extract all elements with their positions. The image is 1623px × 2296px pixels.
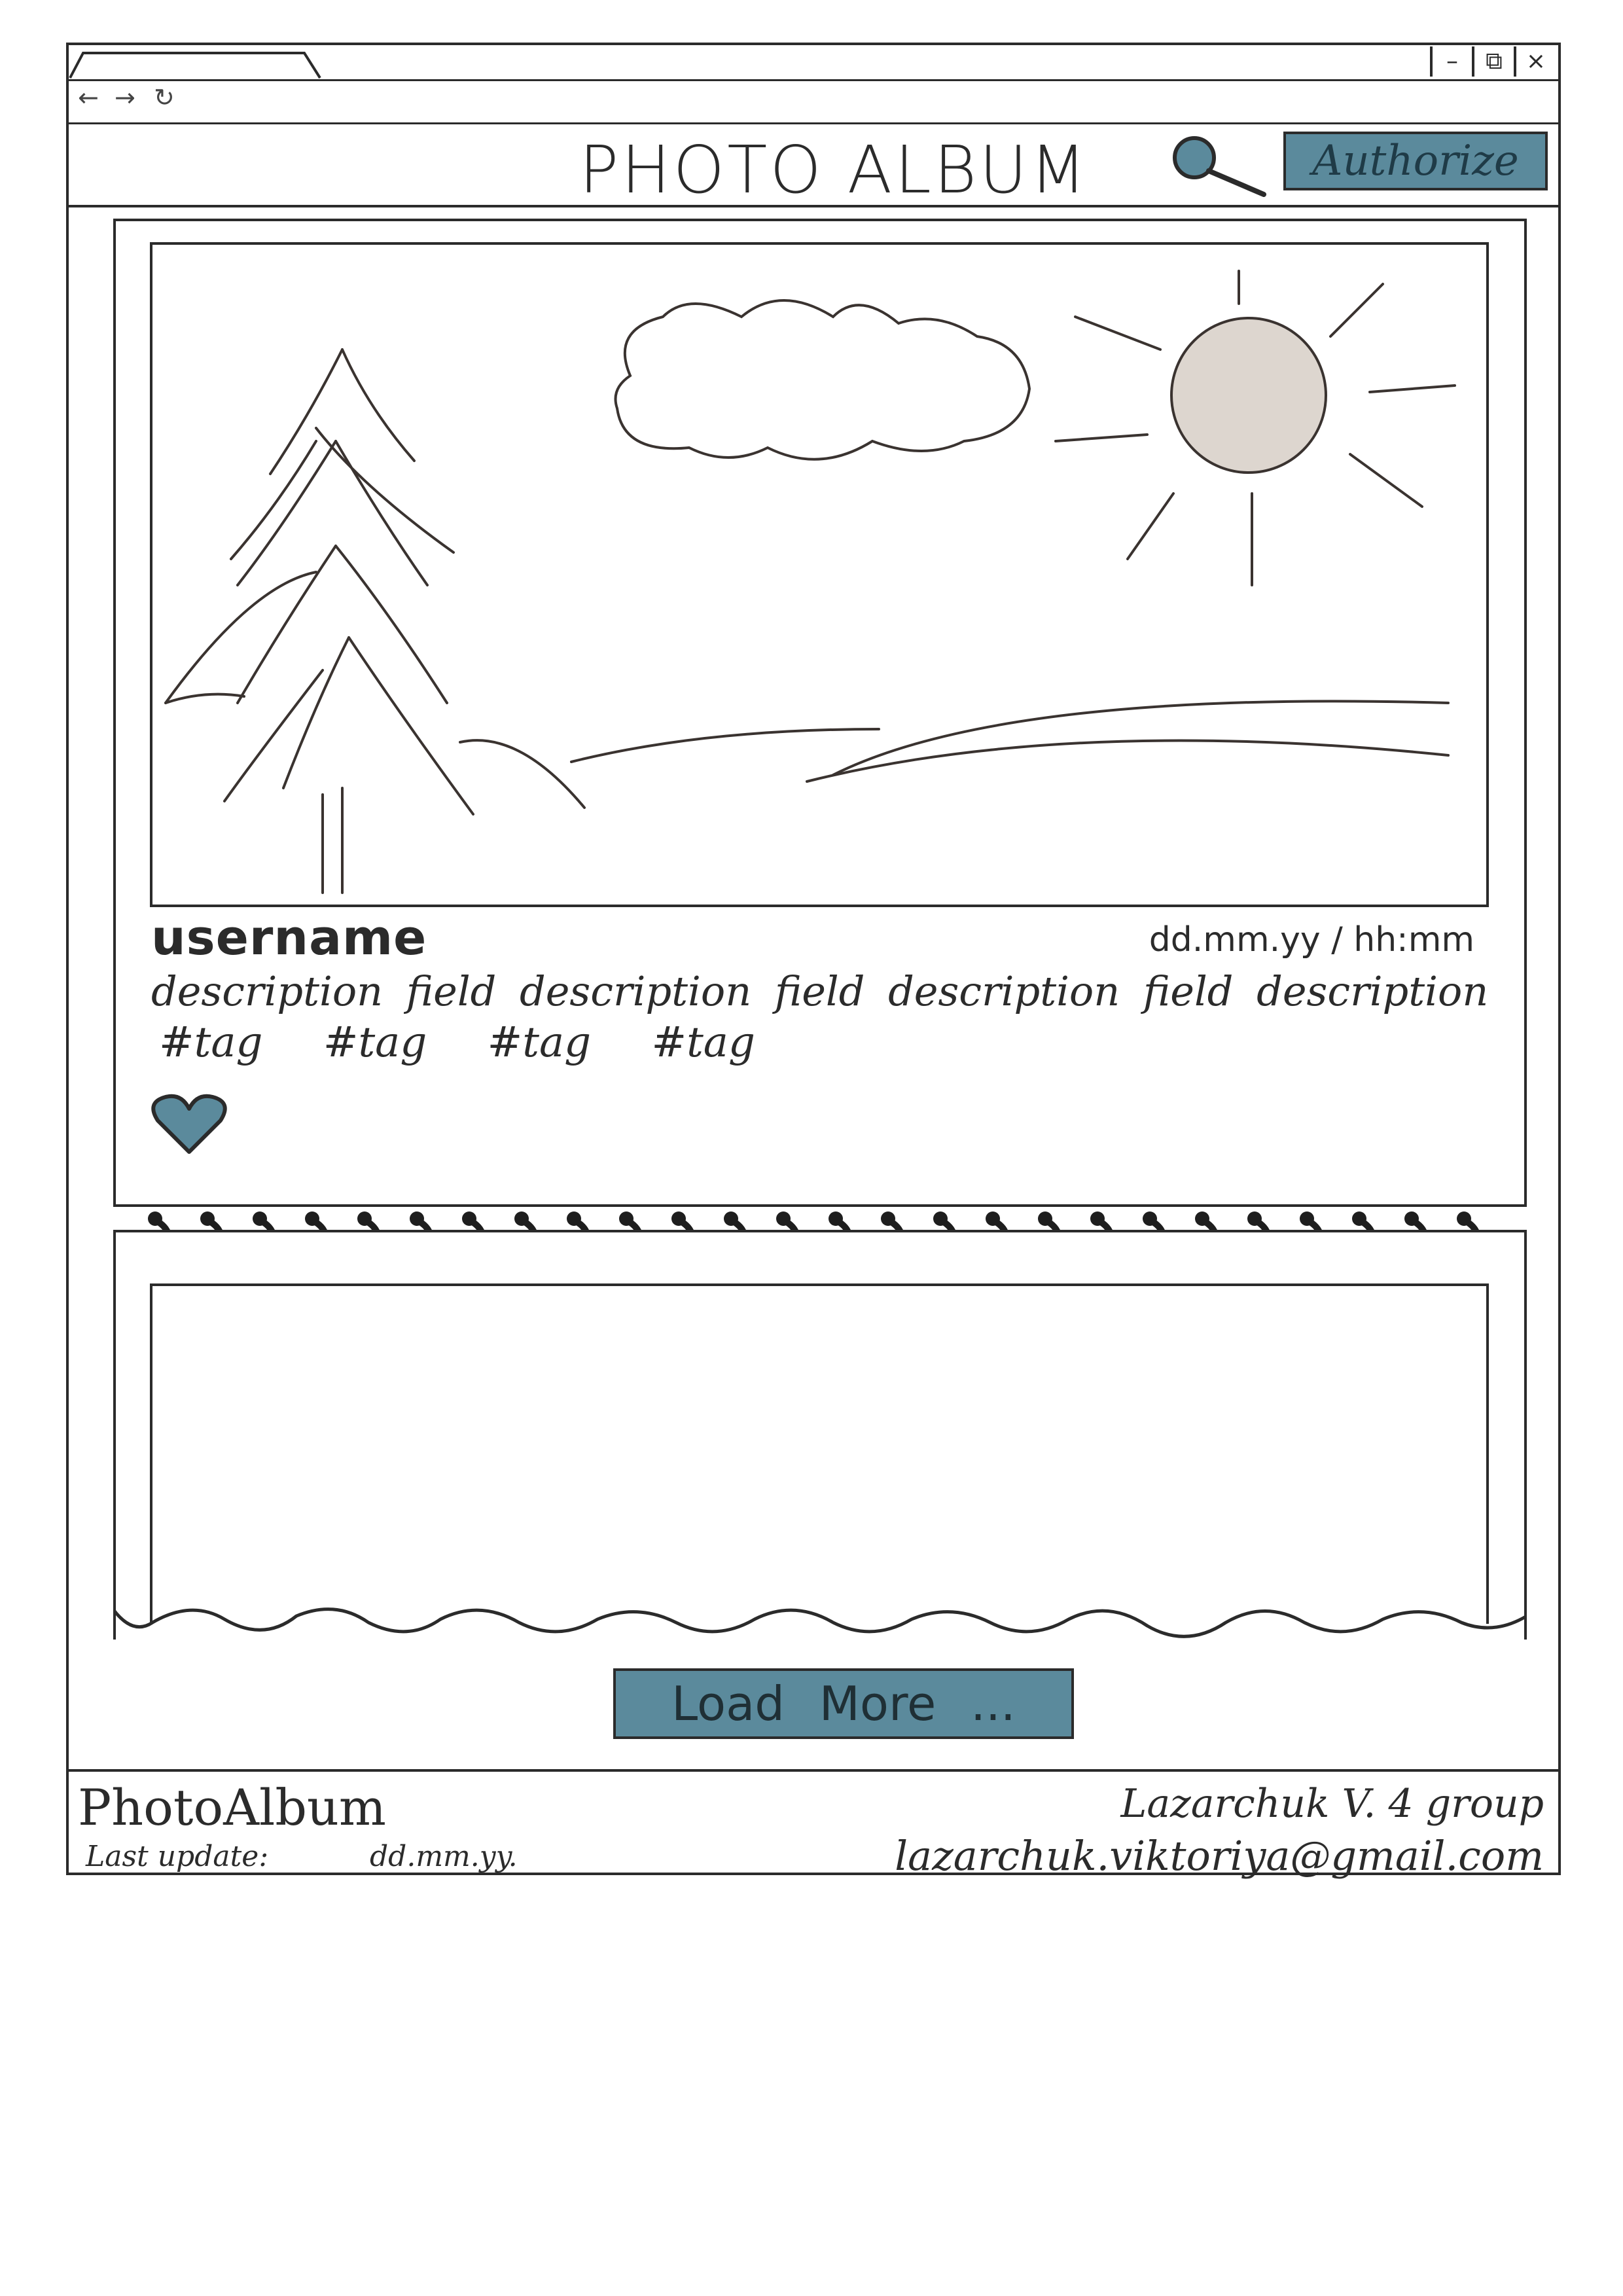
spiral-hole: [462, 1211, 476, 1226]
tab-strip: – ⧉ ×: [69, 45, 1558, 81]
page-title: PHOTO ALBUM: [579, 132, 1089, 208]
tag-link[interactable]: #tag: [159, 1018, 262, 1067]
spiral-hole: [1143, 1211, 1157, 1226]
footer-author: Lazarchuk V. 4 group: [1120, 1781, 1544, 1827]
spiral-hole: [881, 1211, 895, 1226]
close-icon: ×: [1525, 48, 1546, 75]
spiral-hole: [200, 1211, 215, 1226]
spiral-hole: [986, 1211, 1000, 1226]
spiral-hole: [1090, 1211, 1105, 1226]
spiral-hole: [1352, 1211, 1366, 1226]
heart-icon[interactable]: [150, 1092, 228, 1157]
spiral-hole: [1404, 1211, 1419, 1226]
search-icon[interactable]: [1166, 132, 1270, 197]
post-photo[interactable]: [150, 242, 1489, 907]
spiral-hole: [514, 1211, 529, 1226]
navigation-bar: ← → ↻: [69, 79, 1558, 124]
minimize-icon: –: [1446, 48, 1458, 75]
spiral-hole: [357, 1211, 372, 1226]
spiral-hole: [567, 1211, 581, 1226]
tag-link[interactable]: #tag: [323, 1018, 427, 1067]
site-header: PHOTO ALBUM Authorize: [69, 122, 1558, 208]
load-more-button[interactable]: Load More ...: [613, 1668, 1074, 1739]
spiral-hole: [619, 1211, 633, 1226]
spiral-hole: [1038, 1211, 1052, 1226]
reload-icon[interactable]: ↻: [154, 83, 175, 112]
browser-window: – ⧉ × ← → ↻ PHOTO ALBUM Authorize userna…: [66, 43, 1561, 1880]
footer-last-update-date: dd.mm.yy.: [370, 1840, 518, 1873]
close-button[interactable]: ×: [1514, 46, 1556, 77]
restore-icon: ⧉: [1486, 48, 1503, 75]
spiral-hole: [1300, 1211, 1314, 1226]
tag-link[interactable]: #tag: [488, 1018, 591, 1067]
spiral-hole: [305, 1211, 319, 1226]
torn-edge: [113, 1607, 1527, 1638]
browser-tab[interactable]: [69, 45, 396, 79]
spiral-hole: [933, 1211, 948, 1226]
spiral-hole: [1195, 1211, 1209, 1226]
spiral-hole: [410, 1211, 424, 1226]
spiral-hole: [1457, 1211, 1471, 1226]
post-description: description field description field desc…: [151, 967, 1489, 1015]
post-tags: #tag #tag #tag #tag: [159, 1018, 802, 1067]
spiral-hole: [1247, 1211, 1262, 1226]
footer-email-link[interactable]: lazarchuk.viktoriya@gmail.com: [895, 1832, 1544, 1880]
spiral-hole: [776, 1211, 791, 1226]
footer-last-update-label: Last update:: [86, 1840, 269, 1873]
spiral-hole: [148, 1211, 162, 1226]
post-username[interactable]: username: [151, 910, 427, 966]
restore-button[interactable]: ⧉: [1472, 46, 1514, 77]
next-post-photo[interactable]: [150, 1283, 1489, 1624]
minimize-button[interactable]: –: [1430, 46, 1472, 77]
back-icon[interactable]: ←: [78, 83, 99, 112]
spiral-hole: [253, 1211, 267, 1226]
spiral-hole: [724, 1211, 738, 1226]
forward-icon[interactable]: →: [115, 83, 135, 112]
footer-brand: PhotoAlbum: [78, 1778, 386, 1837]
authorize-button[interactable]: Authorize: [1283, 132, 1548, 190]
site-footer: PhotoAlbum Last update: dd.mm.yy. Lazarc…: [69, 1769, 1558, 1880]
spiral-hole: [671, 1211, 686, 1226]
post-datetime: dd.mm.yy / hh:mm: [1149, 920, 1474, 960]
next-post-card: [113, 1230, 1527, 1640]
post-card: username dd.mm.yy / hh:mm description fi…: [113, 219, 1527, 1207]
landscape-sketch: [164, 270, 1456, 894]
tag-link[interactable]: #tag: [651, 1018, 755, 1067]
spiral-hole: [829, 1211, 843, 1226]
